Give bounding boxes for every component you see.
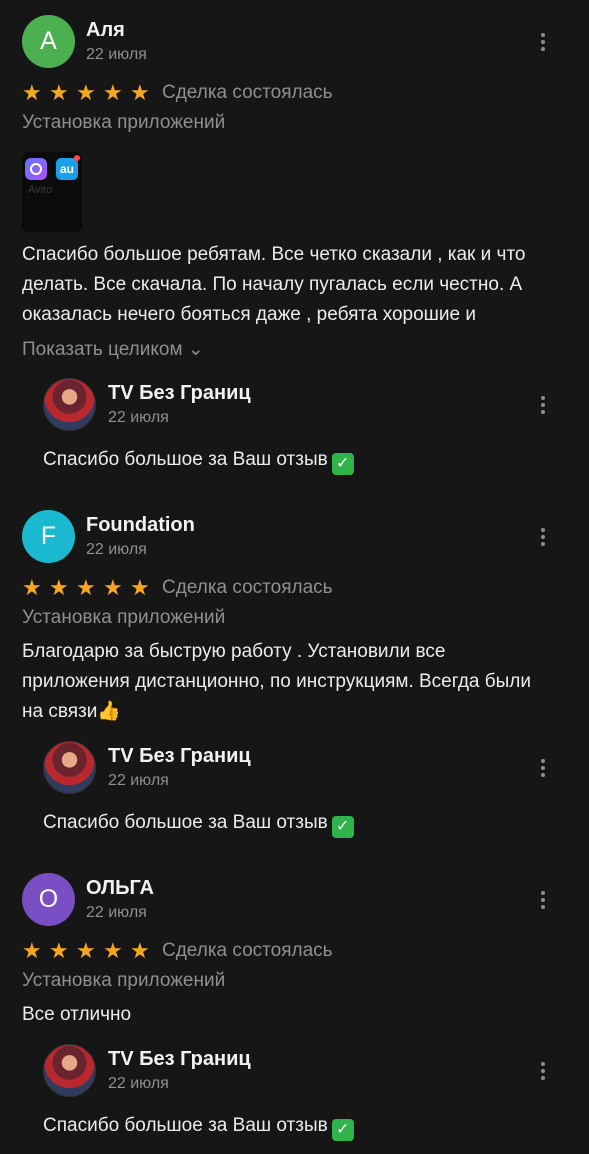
seller-name[interactable]: TV Без Границ bbox=[108, 1048, 251, 1071]
avatar[interactable]: А bbox=[22, 15, 75, 68]
star-icon: ★ bbox=[22, 575, 42, 600]
seller-reply-text: Спасибо большое за Ваш отзыв ✓ bbox=[43, 449, 354, 475]
star-icon: ★ bbox=[103, 80, 123, 105]
star-icon: ★ bbox=[22, 80, 42, 105]
star-icon: ★ bbox=[103, 575, 123, 600]
more-options-icon[interactable] bbox=[537, 526, 549, 548]
star-icon: ★ bbox=[130, 938, 150, 963]
seller-avatar[interactable] bbox=[43, 741, 96, 794]
more-options-icon[interactable] bbox=[537, 394, 549, 416]
deal-status: Сделка состоялась bbox=[162, 82, 333, 103]
app-icon bbox=[25, 158, 47, 180]
star-icon: ★ bbox=[130, 575, 150, 600]
reply-date: 22 июля bbox=[108, 772, 169, 789]
seller-avatar[interactable] bbox=[43, 1044, 96, 1097]
review-text: Все отлично bbox=[22, 1004, 132, 1025]
star-icon: ★ bbox=[76, 575, 96, 600]
service-category: Установка приложений bbox=[22, 112, 226, 133]
avatar-letter: О bbox=[38, 885, 59, 913]
reviewer-name[interactable]: Аля bbox=[86, 19, 125, 42]
star-icon: ★ bbox=[22, 938, 42, 963]
service-category: Установка приложений bbox=[22, 970, 226, 991]
more-options-icon[interactable] bbox=[537, 1060, 549, 1082]
seller-reply-text: Спасибо большое за Ваш отзыв ✓ bbox=[43, 812, 354, 838]
review-date: 22 июля bbox=[86, 904, 147, 921]
star-icon: ★ bbox=[49, 80, 69, 105]
reply-date: 22 июля bbox=[108, 409, 169, 426]
reply-message: Спасибо большое за Ваш отзыв bbox=[43, 812, 328, 833]
reviewer-name[interactable]: Foundation bbox=[86, 514, 195, 537]
more-options-icon[interactable] bbox=[537, 757, 549, 779]
rating-stars: ★ ★ ★ ★ ★ Сделка состоялась bbox=[22, 577, 333, 599]
star-icon: ★ bbox=[130, 80, 150, 105]
star-icon: ★ bbox=[49, 938, 69, 963]
star-icon: ★ bbox=[76, 938, 96, 963]
service-category: Установка приложений bbox=[22, 607, 226, 628]
check-mark-icon: ✓ bbox=[331, 1119, 354, 1141]
star-icon: ★ bbox=[49, 575, 69, 600]
show-more-link[interactable]: Показать целиком ⌄ bbox=[22, 338, 204, 361]
avatar-letter: А bbox=[40, 27, 57, 55]
avatar-letter: F bbox=[40, 522, 57, 550]
review-photo-thumbnail[interactable]: au Avito bbox=[22, 152, 82, 232]
check-mark-icon: ✓ bbox=[331, 453, 354, 475]
review-date: 22 июля bbox=[86, 541, 147, 558]
reply-date: 22 июля bbox=[108, 1075, 169, 1092]
reviewer-name[interactable]: ОЛЬГА bbox=[86, 877, 154, 900]
reply-message: Спасибо большое за Ваш отзыв bbox=[43, 449, 328, 470]
seller-name[interactable]: TV Без Границ bbox=[108, 745, 251, 768]
reply-message: Спасибо большое за Ваш отзыв bbox=[43, 1115, 328, 1136]
avatar[interactable]: F bbox=[22, 510, 75, 563]
notification-dot-icon bbox=[74, 155, 80, 161]
check-mark-icon: ✓ bbox=[331, 816, 354, 838]
rating-stars: ★ ★ ★ ★ ★ Сделка состоялась bbox=[22, 940, 333, 962]
deal-status: Сделка состоялась bbox=[162, 577, 333, 598]
review-text: Благодарю за быструю работу . Установили… bbox=[22, 641, 531, 722]
review-text: Спасибо большое ребятам. Все четко сказа… bbox=[22, 244, 526, 325]
star-icon: ★ bbox=[103, 938, 123, 963]
avatar[interactable]: О bbox=[22, 873, 75, 926]
review-date: 22 июля bbox=[86, 46, 147, 63]
more-options-icon[interactable] bbox=[537, 889, 549, 911]
seller-reply-text: Спасибо большое за Ваш отзыв ✓ bbox=[43, 1115, 354, 1141]
app-icon: au bbox=[56, 158, 78, 180]
deal-status: Сделка состоялась bbox=[162, 940, 333, 961]
seller-avatar[interactable] bbox=[43, 378, 96, 431]
more-options-icon[interactable] bbox=[537, 31, 549, 53]
thumbnail-label: Avito bbox=[28, 184, 53, 196]
rating-stars: ★ ★ ★ ★ ★ Сделка состоялась bbox=[22, 82, 333, 104]
star-icon: ★ bbox=[76, 80, 96, 105]
seller-name[interactable]: TV Без Границ bbox=[108, 382, 251, 405]
